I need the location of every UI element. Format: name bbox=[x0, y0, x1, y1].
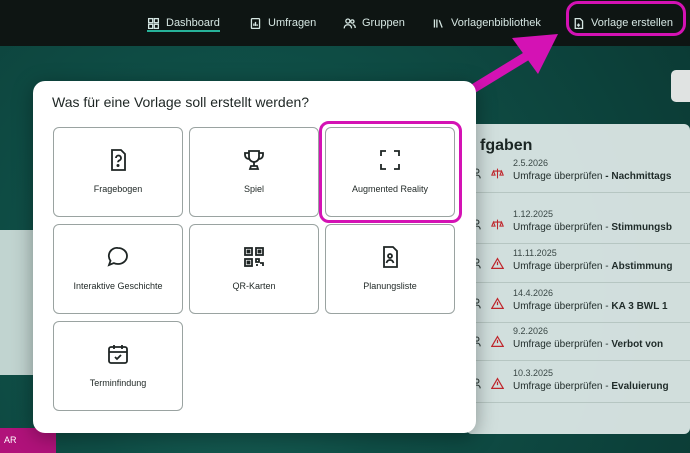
scale-icon bbox=[491, 168, 504, 179]
task-date: 2.5.2026 bbox=[513, 158, 549, 168]
card-terminfindung-label: Terminfindung bbox=[89, 378, 147, 388]
task-row[interactable]: 10.3.2025 Umfrage überprüfen - Evaluierun… bbox=[470, 365, 690, 403]
task-date: 9.2.2026 bbox=[513, 326, 549, 336]
users-icon bbox=[343, 17, 356, 28]
library-icon bbox=[433, 18, 443, 28]
task-action: Umfrage überprüfen - bbox=[513, 301, 609, 312]
nav-umfragen-label: Umfragen bbox=[268, 17, 317, 29]
task-date: 11.11.2025 bbox=[513, 248, 557, 258]
card-qr-karten-label: QR-Karten bbox=[232, 281, 276, 291]
task-text: Umfrage überprüfen - Stimmungsb bbox=[513, 222, 672, 233]
task-action: Umfrage überprüfen - bbox=[513, 261, 609, 272]
dialog-title: Was für eine Vorlage soll erstellt werde… bbox=[52, 94, 310, 110]
card-fragebogen-label: Fragebogen bbox=[93, 184, 143, 194]
warning-icon bbox=[491, 257, 504, 269]
task-action: Umfrage überprüfen bbox=[513, 171, 603, 182]
card-terminfindung[interactable]: Terminfindung bbox=[53, 321, 183, 411]
task-date: 10.3.2025 bbox=[513, 368, 554, 378]
task-text: Umfrage überprüfen - Abstimmung bbox=[513, 261, 673, 272]
nav-gruppen-label: Gruppen bbox=[362, 17, 405, 29]
task-subject: KA 3 BWL 1 bbox=[611, 301, 668, 312]
scale-icon bbox=[491, 219, 504, 230]
card-spiel-label: Spiel bbox=[243, 184, 264, 194]
task-action: Umfrage überprüfen - bbox=[513, 222, 609, 233]
task-text: Umfrage überprüfen - Verbot von bbox=[513, 339, 663, 350]
calendar-check-icon bbox=[108, 345, 128, 364]
task-action: Umfrage überprüfen - bbox=[513, 339, 609, 350]
nav-dashboard-label: Dashboard bbox=[166, 17, 220, 29]
warning-icon bbox=[491, 297, 504, 309]
speech-bubble-icon bbox=[107, 247, 128, 267]
nav-gruppen[interactable]: Gruppen bbox=[343, 0, 405, 46]
card-fragebogen[interactable]: Fragebogen bbox=[53, 127, 183, 217]
task-text: Umfrage überprüfen - Evaluierung bbox=[513, 381, 669, 392]
warning-icon bbox=[491, 335, 504, 347]
task-subject: Evaluierung bbox=[611, 381, 669, 392]
task-row[interactable]: 11.11.2025 Umfrage überprüfen - Abstimmun… bbox=[470, 245, 690, 283]
task-row[interactable]: 9.2.2026 Umfrage überprüfen - Verbot von bbox=[470, 323, 690, 361]
task-icons bbox=[472, 167, 504, 180]
task-text: Umfrage überprüfen - KA 3 BWL 1 bbox=[513, 301, 668, 312]
task-date: 1.12.2025 bbox=[513, 209, 554, 219]
card-interaktive-geschichte-label: Interaktive Geschichte bbox=[73, 281, 163, 291]
highlight-vorlage-erstellen bbox=[566, 1, 686, 36]
task-row[interactable]: 1.12.2025 Umfrage überprüfen - Stimmungsb bbox=[470, 206, 690, 244]
task-subject: Verbot von bbox=[611, 339, 664, 350]
warning-icon bbox=[491, 377, 504, 389]
nav-umfragen[interactable]: Umfragen bbox=[249, 0, 316, 46]
card-interaktive-geschichte[interactable]: Interaktive Geschichte bbox=[53, 224, 183, 314]
task-icons bbox=[472, 377, 504, 390]
task-subject: Stimmungsb bbox=[611, 222, 672, 233]
task-icons bbox=[472, 335, 504, 348]
qr-code-icon bbox=[244, 247, 264, 267]
task-icons bbox=[472, 297, 504, 310]
task-subject: Abstimmung bbox=[611, 261, 673, 272]
highlight-augmented-reality bbox=[319, 121, 462, 223]
task-text: Umfrage überprüfen - Nachmittags bbox=[513, 171, 671, 182]
trophy-icon bbox=[244, 150, 264, 170]
tasks-title: fgaben bbox=[480, 137, 533, 154]
document-person-icon bbox=[383, 246, 398, 268]
task-row[interactable]: 14.4.2026 Umfrage überprüfen - KA 3 BWL 1 bbox=[470, 285, 690, 323]
task-action: Umfrage überprüfen - bbox=[513, 381, 609, 392]
card-planungsliste[interactable]: Planungsliste bbox=[325, 224, 455, 314]
card-spiel[interactable]: Spiel bbox=[189, 127, 319, 217]
chart-document-icon bbox=[250, 17, 261, 29]
background-left-panel bbox=[0, 230, 34, 375]
nav-dashboard[interactable]: Dashboard bbox=[147, 0, 220, 46]
background-button bbox=[671, 70, 690, 102]
document-question-icon bbox=[111, 149, 126, 171]
card-planungsliste-label: Planungsliste bbox=[363, 281, 417, 291]
task-subject: - Nachmittags bbox=[605, 171, 672, 182]
task-date: 14.4.2026 bbox=[513, 288, 554, 298]
template-type-dialog: Was für eine Vorlage soll erstellt werde… bbox=[33, 81, 476, 433]
task-icons bbox=[472, 218, 504, 231]
task-row[interactable]: 2.5.2026 Umfrage überprüfen - Nachmittags bbox=[470, 155, 690, 193]
card-qr-karten[interactable]: QR-Karten bbox=[189, 224, 319, 314]
task-icons bbox=[472, 257, 504, 270]
dashboard-icon bbox=[147, 17, 160, 29]
